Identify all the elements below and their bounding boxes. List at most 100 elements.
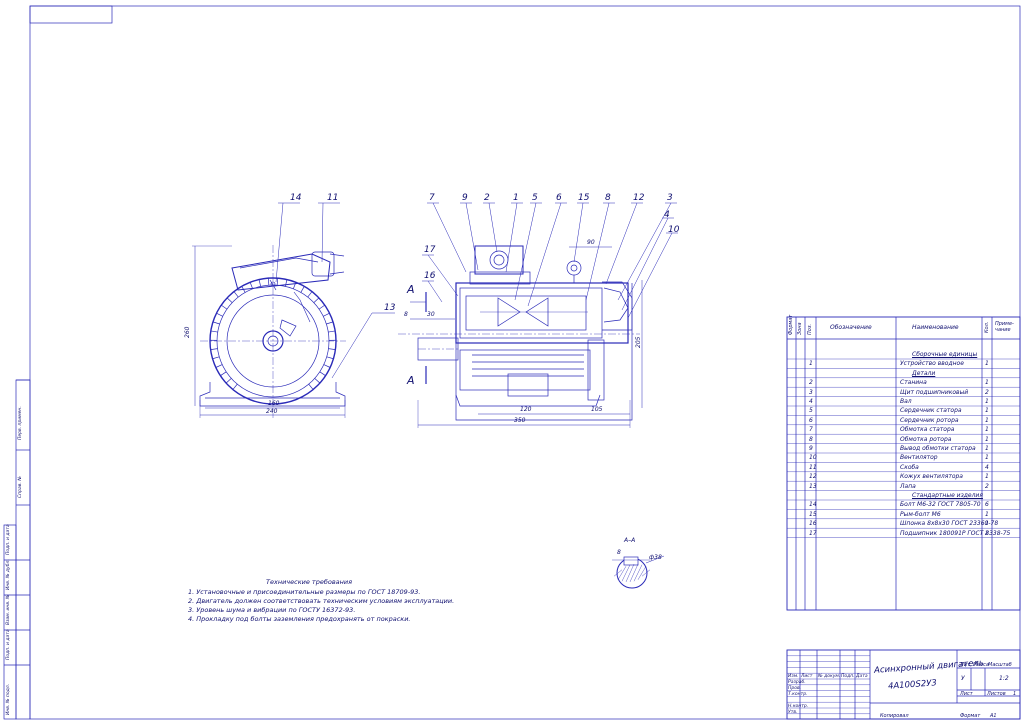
tb-row-label: Н.контр. bbox=[788, 704, 808, 709]
callout-10: 10 bbox=[668, 225, 679, 235]
leader-line bbox=[515, 203, 536, 300]
tb-row-label: Утв. bbox=[788, 710, 797, 715]
fin bbox=[213, 322, 220, 324]
spec-name: Скоба bbox=[900, 464, 919, 471]
tb-row-label: Подп. bbox=[841, 674, 855, 679]
fin bbox=[227, 298, 232, 303]
spec-name: Вал bbox=[900, 398, 912, 405]
side-stamp-label: Взам. инв. № bbox=[6, 594, 11, 625]
callout-11: 11 bbox=[327, 193, 338, 203]
fin bbox=[320, 372, 326, 376]
requirement-3: 3. Уровень шума и вибрации по ГОСТУ 1637… bbox=[188, 606, 355, 614]
spec-name: Щит подшипниковый bbox=[900, 389, 968, 396]
spec-name: Устройство вводное bbox=[900, 360, 964, 367]
header-designation: Обозначение bbox=[830, 324, 872, 331]
dim-105: 105 bbox=[591, 406, 602, 413]
fin bbox=[216, 313, 222, 316]
tb-row-label: Пров. bbox=[788, 686, 801, 691]
spec-pos: 12 bbox=[809, 473, 817, 480]
requirement-2: 2. Двигатель должен соответствовать техн… bbox=[188, 597, 454, 605]
side-stamp-label: Инв. № дубл. bbox=[6, 559, 11, 590]
hatch-line bbox=[638, 566, 646, 579]
hatch-line bbox=[630, 564, 638, 582]
spec-qty: 4 bbox=[985, 464, 989, 471]
tb-sheets: 1 bbox=[1013, 691, 1016, 697]
fin bbox=[308, 292, 312, 297]
spec-section-title: Детали bbox=[912, 370, 935, 377]
spec-qty: 1 bbox=[985, 436, 989, 443]
spec-name: Шпонка 8х8х30 ГОСТ 23360-78 bbox=[900, 520, 998, 527]
spec-name: Сердечник статора bbox=[900, 407, 962, 414]
footer-format: Формат bbox=[960, 713, 980, 719]
spec-name: Лапа bbox=[900, 483, 916, 490]
spec-name: Станина bbox=[900, 379, 927, 386]
callout-8: 8 bbox=[605, 193, 611, 203]
leader-line bbox=[506, 203, 517, 272]
fin bbox=[268, 278, 269, 285]
dim-120: 120 bbox=[520, 406, 531, 413]
spec-qty: 1 bbox=[985, 511, 989, 518]
fin bbox=[285, 280, 287, 287]
hatch-line bbox=[618, 566, 626, 579]
spec-pos: 2 bbox=[809, 379, 813, 386]
fin bbox=[234, 292, 238, 297]
inner-frame bbox=[30, 6, 1020, 719]
spec-qty: 1 bbox=[985, 360, 989, 367]
leader-line bbox=[466, 203, 478, 270]
spec-name: Вентилятор bbox=[900, 454, 938, 461]
dim-8: 8 bbox=[404, 311, 408, 318]
fin bbox=[259, 280, 261, 287]
hatch-line bbox=[634, 565, 642, 581]
leader-line bbox=[622, 218, 668, 310]
fin bbox=[309, 384, 313, 389]
callout-12: 12 bbox=[633, 193, 644, 203]
spec-pos: 10 bbox=[809, 454, 817, 461]
spec-qty: 1 bbox=[985, 426, 989, 433]
fin bbox=[250, 282, 253, 289]
spec-name: Болт М6-32 ГОСТ 7805-70 bbox=[900, 501, 981, 508]
callout-16: 16 bbox=[424, 271, 435, 281]
fin bbox=[323, 313, 329, 316]
side-view bbox=[192, 203, 395, 418]
callout-1: 1 bbox=[513, 193, 519, 203]
header-pos: Поз. bbox=[807, 324, 813, 335]
spec-qty: 1 bbox=[985, 379, 989, 386]
callout-3: 3 bbox=[667, 193, 673, 203]
spec-pos: 6 bbox=[809, 417, 813, 424]
dim-height: 260 bbox=[184, 327, 191, 338]
spec-pos: 3 bbox=[809, 389, 813, 396]
section-dim-8: 8 bbox=[617, 549, 621, 556]
callout-13: 13 bbox=[384, 303, 395, 313]
callout-2: 2 bbox=[484, 193, 490, 203]
leader-line bbox=[574, 203, 583, 262]
header-note: Приме-чание bbox=[995, 321, 1019, 333]
requirement-1: 1. Установочные и присоединительные разм… bbox=[188, 588, 421, 596]
fin bbox=[328, 349, 335, 350]
fin bbox=[221, 305, 227, 309]
spec-pos: 7 bbox=[809, 426, 813, 433]
tb-sheet-label: Лист bbox=[960, 691, 973, 697]
section-mark-top: А bbox=[407, 283, 415, 296]
technical-drawing bbox=[0, 0, 1024, 723]
fin bbox=[213, 357, 220, 359]
side-stamp-label: Подп. и дата bbox=[6, 629, 11, 660]
spec-qty: 1 bbox=[985, 398, 989, 405]
spec-qty: 1 bbox=[985, 454, 989, 461]
header-format: Формат bbox=[788, 315, 794, 335]
tb-row-label: № докум. bbox=[818, 674, 840, 679]
spec-pos: 15 bbox=[809, 511, 817, 518]
tb-mass-label: Масса bbox=[973, 662, 989, 668]
top-stamp-box bbox=[30, 6, 112, 23]
leader-line bbox=[628, 233, 672, 318]
tb-letter: У bbox=[961, 675, 965, 682]
footer-copied: Копировал bbox=[880, 713, 909, 719]
footer-format-value: А1 bbox=[990, 713, 997, 719]
spec-name: Сердечник ротора bbox=[900, 417, 959, 424]
spec-qty: 2 bbox=[985, 483, 989, 490]
spec-qty: 1 bbox=[985, 417, 989, 424]
tb-row-label: Разраб. bbox=[788, 680, 806, 685]
callout-9: 9 bbox=[462, 193, 468, 203]
dim-base-inner: 160 bbox=[268, 400, 279, 407]
spec-name: Вывод обмотки статора bbox=[900, 445, 976, 452]
spec-name: Обмотка ротора bbox=[900, 436, 951, 443]
